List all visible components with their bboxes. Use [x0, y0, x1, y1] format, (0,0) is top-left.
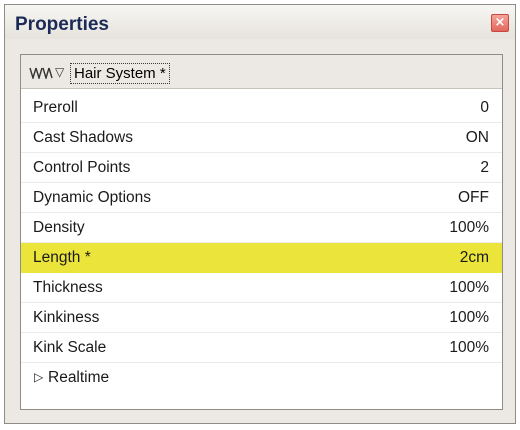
collapse-arrow-icon[interactable]: ▽: [55, 65, 64, 79]
property-value[interactable]: OFF: [458, 189, 489, 207]
node-header: ▽ Hair System *: [21, 55, 502, 89]
property-value[interactable]: 100%: [449, 279, 489, 297]
property-label: Length *: [33, 249, 91, 266]
property-value[interactable]: 2cm: [460, 249, 489, 267]
close-icon: ×: [494, 15, 506, 30]
properties-window: Properties × ▽ Hair System * Preroll 0 C…: [4, 4, 516, 424]
property-value[interactable]: 100%: [449, 339, 489, 357]
property-label: Kink Scale: [33, 339, 107, 356]
property-row-density[interactable]: Density 100%: [21, 213, 502, 243]
property-row-kinkiness[interactable]: Kinkiness 100%: [21, 303, 502, 333]
property-label: Preroll: [33, 99, 78, 116]
property-label: Density: [33, 219, 85, 236]
property-value[interactable]: 0: [480, 99, 489, 117]
property-row-length[interactable]: Length * 2cm: [21, 243, 502, 273]
node-name-field[interactable]: Hair System *: [70, 63, 170, 84]
property-row-kink-scale[interactable]: Kink Scale 100%: [21, 333, 502, 363]
property-value[interactable]: 100%: [449, 309, 489, 327]
expand-arrow-icon[interactable]: ▷: [34, 370, 43, 384]
property-value[interactable]: 2: [480, 159, 489, 177]
property-value[interactable]: ON: [466, 129, 489, 147]
group-row-realtime[interactable]: ▷ Realtime: [21, 363, 502, 393]
property-label: Thickness: [33, 279, 103, 296]
property-label: Cast Shadows: [33, 129, 133, 146]
property-label: Control Points: [33, 159, 131, 176]
property-row-control-points[interactable]: Control Points 2: [21, 153, 502, 183]
property-row-cast-shadows[interactable]: Cast Shadows ON: [21, 123, 502, 153]
window-title: Properties: [15, 14, 109, 35]
property-label: Kinkiness: [33, 309, 100, 326]
title-bar[interactable]: Properties ×: [5, 5, 515, 39]
property-row-preroll[interactable]: Preroll 0: [21, 93, 502, 123]
property-label: Dynamic Options: [33, 189, 152, 206]
property-panel: ▽ Hair System * Preroll 0 Cast Shadows O…: [20, 54, 503, 410]
property-row-dynamic-options[interactable]: Dynamic Options OFF: [21, 183, 502, 213]
property-value[interactable]: 100%: [449, 219, 489, 237]
property-row-thickness[interactable]: Thickness 100%: [21, 273, 502, 303]
group-label: Realtime: [48, 369, 110, 386]
close-button[interactable]: ×: [491, 14, 509, 32]
hair-system-icon: [29, 67, 53, 79]
property-list: Preroll 0 Cast Shadows ON Control Points…: [21, 93, 502, 393]
